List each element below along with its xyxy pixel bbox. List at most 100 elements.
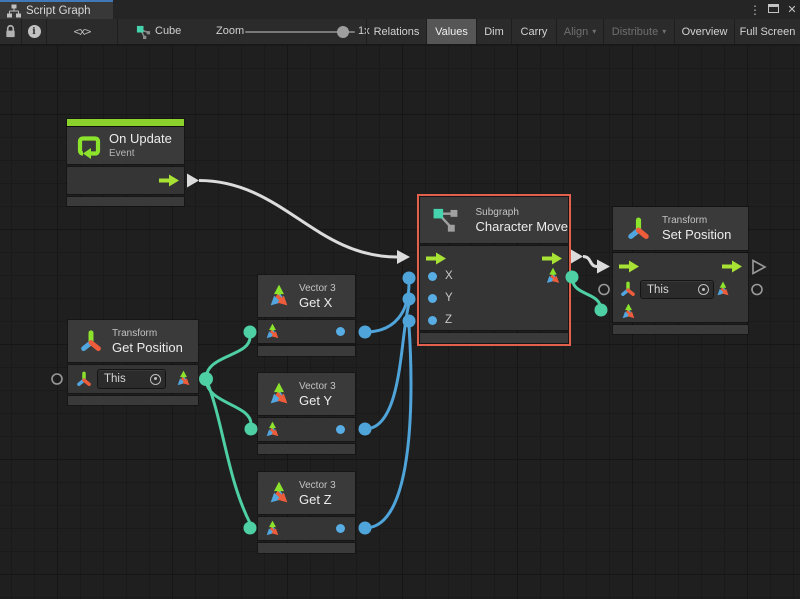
script-graph-window: Script Graph ⋮ ✕ i <x> Cube Zoom xyxy=(0,0,800,599)
overview-button[interactable]: Overview xyxy=(674,19,734,44)
node-get-y[interactable]: Vector 3 Get Y xyxy=(258,373,355,454)
node-footer xyxy=(68,396,198,405)
port-z-label: Z xyxy=(445,314,452,326)
node-character-move[interactable]: Subgraph Character Move X Y Z xyxy=(420,197,568,343)
port-z[interactable] xyxy=(428,316,437,325)
toolbar-buttons: Relations Values Dim Carry Align ▾ Distr… xyxy=(366,19,800,44)
values-button[interactable]: Values xyxy=(426,19,476,44)
node-category: Transform xyxy=(662,214,731,227)
node-title: Get X xyxy=(299,295,336,311)
vector3-output-port-icon[interactable] xyxy=(543,266,563,286)
this-value: This xyxy=(647,284,698,296)
vector3-input-port-icon[interactable] xyxy=(263,420,282,439)
graph-toolbar: i <x> Cube Zoom 1x Relations Values Dim … xyxy=(0,19,800,45)
align-dropdown: Align ▾ xyxy=(556,19,603,44)
code-icon: <x> xyxy=(74,25,91,38)
flow-output-port[interactable] xyxy=(721,260,743,273)
fullscreen-button[interactable]: Full Screen xyxy=(734,19,800,44)
node-body xyxy=(67,167,184,194)
this-value: This xyxy=(104,373,150,385)
event-color-strip xyxy=(67,119,184,126)
vector3-port-icon[interactable] xyxy=(714,280,732,298)
zoom-slider[interactable] xyxy=(245,31,355,33)
relations-button[interactable]: Relations xyxy=(366,19,426,44)
graph-asset-icon xyxy=(136,25,151,40)
node-header: Vector 3 Get Y xyxy=(258,373,355,415)
node-title: Get Z xyxy=(299,492,336,508)
port-y[interactable] xyxy=(428,294,437,303)
node-body: This xyxy=(68,365,198,393)
node-set-position[interactable]: Transform Set Position This xyxy=(613,207,748,334)
node-title: Get Y xyxy=(299,393,336,409)
node-footer xyxy=(67,197,184,206)
port-y-label: Y xyxy=(445,292,453,304)
node-get-z[interactable]: Vector 3 Get Z xyxy=(258,472,355,553)
flow-output-port[interactable] xyxy=(541,252,563,265)
lock-icon xyxy=(4,24,17,39)
object-picker-icon[interactable] xyxy=(698,284,709,295)
tab-title: Script Graph xyxy=(26,5,91,17)
vector3-icon xyxy=(266,480,292,506)
window-menu-button[interactable]: ⋮ xyxy=(748,0,762,19)
subgraph-icon xyxy=(432,206,460,234)
close-button[interactable]: ✕ xyxy=(785,0,799,19)
node-category: Transform xyxy=(112,327,183,340)
this-object-field[interactable]: This xyxy=(640,280,714,299)
node-get-x[interactable]: Vector 3 Get X xyxy=(258,275,355,356)
distribute-dropdown: Distribute ▾ xyxy=(603,19,674,44)
transform-input-port-icon[interactable] xyxy=(75,370,93,388)
flow-output-port[interactable] xyxy=(158,174,180,187)
node-category: Vector 3 xyxy=(299,479,336,492)
chevron-down-icon: ▾ xyxy=(592,28,596,36)
target-object-label[interactable]: Cube xyxy=(155,25,181,37)
graph-icon xyxy=(7,4,21,18)
zoom-label: Zoom xyxy=(216,25,244,37)
float-output-port[interactable] xyxy=(336,425,345,434)
node-footer xyxy=(258,543,355,553)
chevron-down-icon: ▾ xyxy=(662,28,666,36)
vector3-output-port-icon[interactable] xyxy=(174,369,193,388)
flow-input-port[interactable] xyxy=(425,252,447,265)
node-category: Vector 3 xyxy=(299,282,336,295)
node-on-update[interactable]: On Update Event xyxy=(67,119,184,206)
dim-button[interactable]: Dim xyxy=(476,19,511,44)
tab-script-graph[interactable]: Script Graph xyxy=(0,0,113,19)
transform-input-port-icon[interactable] xyxy=(619,280,637,298)
port-x[interactable] xyxy=(428,272,437,281)
node-category: Vector 3 xyxy=(299,380,336,393)
float-output-port[interactable] xyxy=(336,327,345,336)
node-header: Vector 3 Get X xyxy=(258,275,355,317)
node-body: This xyxy=(613,253,748,322)
node-header: Transform Set Position xyxy=(613,207,748,250)
zoom-slider-handle[interactable] xyxy=(337,26,349,38)
tab-bar: Script Graph ⋮ ✕ xyxy=(0,0,800,19)
vector3-icon xyxy=(266,381,292,407)
vector3-input-port-icon[interactable] xyxy=(263,322,282,341)
transform-icon xyxy=(625,215,652,242)
node-title: On Update xyxy=(109,131,172,147)
float-output-port[interactable] xyxy=(336,524,345,533)
node-body xyxy=(258,418,355,441)
update-loop-icon xyxy=(75,132,103,160)
lock-button[interactable] xyxy=(0,19,22,44)
vector3-input-port-icon[interactable] xyxy=(263,519,282,538)
node-get-position[interactable]: Transform Get Position This xyxy=(68,320,198,405)
node-body xyxy=(258,320,355,343)
this-object-field[interactable]: This xyxy=(97,369,166,389)
node-footer xyxy=(613,325,748,334)
flow-input-port[interactable] xyxy=(618,260,640,273)
node-title: Get Position xyxy=(112,340,183,356)
inspect-button[interactable]: i xyxy=(22,19,47,44)
maximize-button[interactable] xyxy=(768,4,779,13)
code-view-button[interactable]: <x> xyxy=(47,19,118,44)
carry-button[interactable]: Carry xyxy=(511,19,556,44)
object-picker-icon[interactable] xyxy=(150,374,161,385)
vector3-icon xyxy=(266,283,292,309)
distribute-label: Distribute xyxy=(612,26,658,38)
vector3-value-input-port-icon[interactable] xyxy=(619,302,638,321)
node-title: Set Position xyxy=(662,227,731,243)
node-footer xyxy=(258,444,355,454)
transform-icon xyxy=(78,328,104,354)
node-body: X Y Z xyxy=(420,246,568,330)
align-label: Align xyxy=(564,26,588,38)
